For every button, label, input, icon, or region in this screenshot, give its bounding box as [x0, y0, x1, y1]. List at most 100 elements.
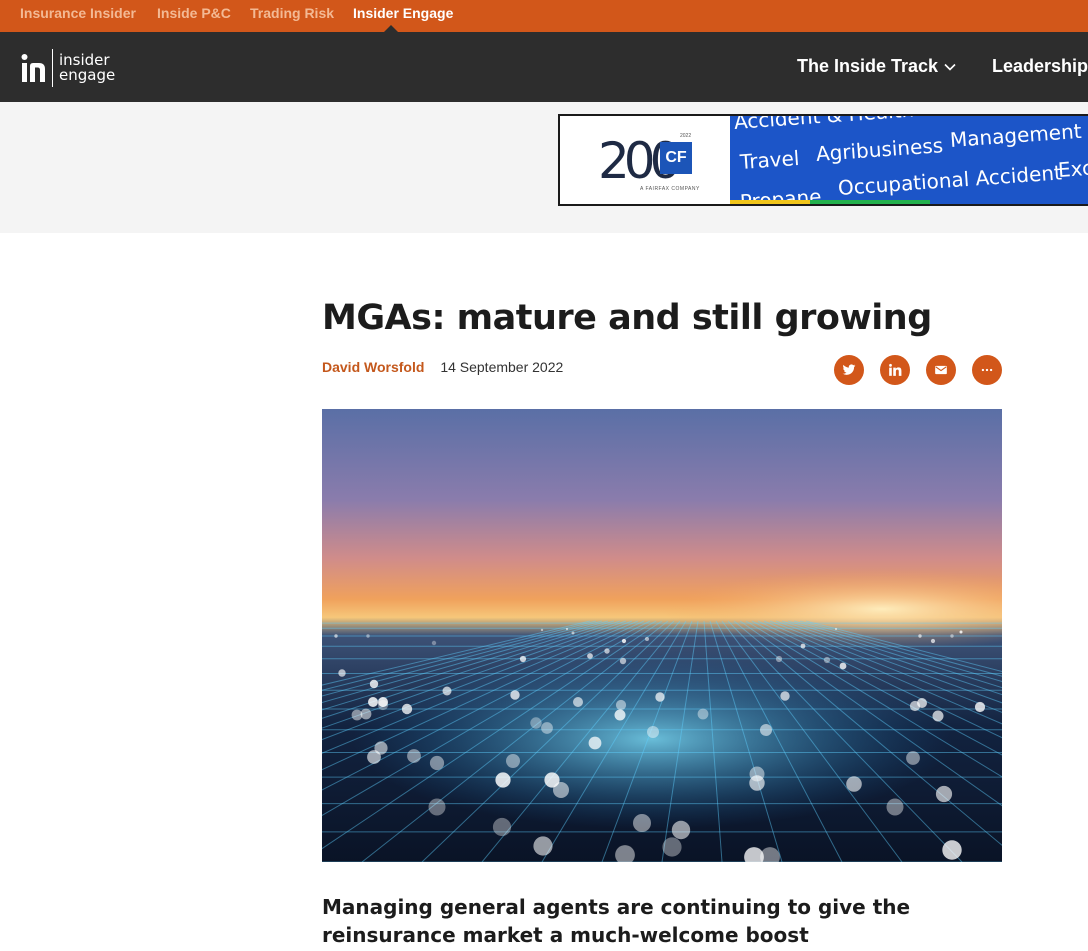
hero-light-dot: [334, 634, 338, 638]
hero-light-dot: [495, 772, 511, 788]
nav-item-the-inside-track[interactable]: The Inside Track: [797, 56, 956, 77]
ad-color-bar: [730, 200, 930, 204]
ad-band: 200 CF 2022 A FAIRFAX COMPANY Accident &…: [0, 102, 1088, 233]
ad-word: Management Li: [949, 117, 1088, 152]
hero-light-dot: [492, 817, 512, 837]
hero-light-dot: [655, 692, 665, 702]
ad-logo-subtext: A FAIRFAX COMPANY: [640, 186, 700, 192]
hero-light-dot: [615, 699, 627, 711]
ad-logo-year: 2022: [680, 133, 692, 139]
brand-link-insider-engage[interactable]: Insider Engage: [353, 5, 453, 21]
hero-light-dot: [645, 637, 649, 641]
brand-link-insurance-insider[interactable]: Insurance Insider: [20, 5, 136, 21]
article-standfirst: Managing general agents are continuing t…: [322, 895, 911, 947]
more-icon: [981, 368, 993, 372]
article-byline: David Worsfold 14 September 2022: [322, 359, 563, 375]
hero-light-dot: [800, 643, 806, 649]
active-brand-pointer: [384, 25, 398, 32]
hero-light-dot: [834, 627, 838, 631]
hero-light-dot: [760, 724, 772, 736]
hero-light-dot: [428, 798, 446, 816]
hero-light-dot: [697, 708, 709, 720]
article-hero-image: [322, 409, 1002, 862]
hero-light-dot: [544, 772, 560, 788]
publish-date: 14 September 2022: [440, 359, 564, 375]
chevron-down-icon: [944, 64, 956, 71]
hero-light-dot: [749, 766, 765, 782]
brand-strip: Insurance Insider Inside P&C Trading Ris…: [0, 0, 1088, 32]
hero-light-dot: [506, 754, 520, 768]
hero-light-dot: [540, 628, 544, 632]
hero-light-dot: [565, 627, 569, 631]
hero-light-dot: [621, 638, 627, 644]
hero-light-dot: [619, 657, 627, 665]
hero-light-dot: [918, 634, 922, 638]
hero-light-dot: [369, 679, 379, 689]
ad-word: Accident & Health: [733, 114, 915, 134]
hero-light-dot: [519, 655, 527, 663]
hero-light-dot: [401, 703, 413, 715]
share-linkedin-button[interactable]: [880, 355, 910, 385]
hero-light-dot: [647, 726, 659, 738]
ad-word: Occupational Accident: [837, 160, 1063, 200]
hero-light-dot: [614, 709, 626, 721]
email-icon: [935, 365, 947, 375]
share-email-button[interactable]: [926, 355, 956, 385]
brand-link-inside-pc[interactable]: Inside P&C: [157, 5, 231, 21]
hero-light-dot: [780, 691, 790, 701]
hero-light-dot: [942, 840, 962, 860]
hero-light-dot: [950, 634, 954, 638]
hero-light-dot: [587, 653, 593, 659]
banner-ad[interactable]: 200 CF 2022 A FAIRFAX COMPANY Accident &…: [558, 114, 1088, 206]
hero-light-dot: [368, 697, 378, 707]
hero-light-dot: [775, 655, 783, 663]
hero-light-dot: [846, 776, 862, 792]
ad-word: Travel: [739, 145, 801, 174]
hero-light-dot: [374, 741, 388, 755]
main-navbar: insider engage The Inside Track Leadersh…: [0, 32, 1088, 102]
share-twitter-button[interactable]: [834, 355, 864, 385]
hero-light-dot: [906, 751, 920, 765]
share-more-button[interactable]: [972, 355, 1002, 385]
article-title: MGAs: mature and still growing: [322, 298, 932, 338]
hero-light-dot: [360, 708, 372, 720]
hero-light-dot: [974, 701, 986, 713]
hero-light-dot: [935, 785, 953, 803]
hero-light-dot: [541, 722, 553, 734]
hero-light-dot: [932, 710, 944, 722]
hero-light-dot: [823, 656, 831, 664]
nav-item-label: The Inside Track: [797, 56, 939, 76]
hero-cityscape-illustration: [322, 409, 1002, 862]
hero-light-dot: [886, 798, 904, 816]
logo-word-engage: engage: [59, 66, 116, 84]
hero-light-dot: [510, 690, 520, 700]
hero-light-dot: [378, 697, 388, 707]
hero-light-dot: [930, 638, 936, 644]
brand-link-trading-risk[interactable]: Trading Risk: [250, 5, 334, 21]
hero-light-dot: [662, 837, 682, 857]
hero-light-dot: [839, 662, 847, 670]
hero-light-dot: [633, 814, 651, 832]
hero-light-dot: [366, 634, 370, 638]
hero-light-dot: [442, 686, 452, 696]
linkedin-icon: [889, 363, 902, 376]
hero-light-dot: [533, 836, 553, 856]
hero-light-dot: [588, 736, 602, 750]
hero-light-dot: [573, 697, 583, 707]
ad-logo-badge: CF: [660, 142, 692, 174]
hero-light-dot: [917, 698, 927, 708]
hero-light-dot: [571, 631, 575, 635]
hero-light-dot: [604, 648, 610, 654]
hero-light-dot: [671, 820, 691, 840]
author-link[interactable]: David Worsfold: [322, 359, 424, 375]
ad-word: Agribusiness: [815, 133, 944, 166]
hero-light-dot: [959, 630, 963, 634]
nav-item-label: Leadership: [992, 56, 1088, 76]
nav-item-leadership[interactable]: Leadership: [992, 56, 1088, 77]
hero-light-dot: [429, 755, 445, 771]
hero-light-dot: [407, 749, 421, 763]
ad-logo: 200 CF 2022 A FAIRFAX COMPANY: [560, 116, 730, 204]
logo-mark-icon: [21, 54, 45, 82]
twitter-icon: [842, 364, 856, 375]
hero-light-dot: [338, 669, 346, 677]
